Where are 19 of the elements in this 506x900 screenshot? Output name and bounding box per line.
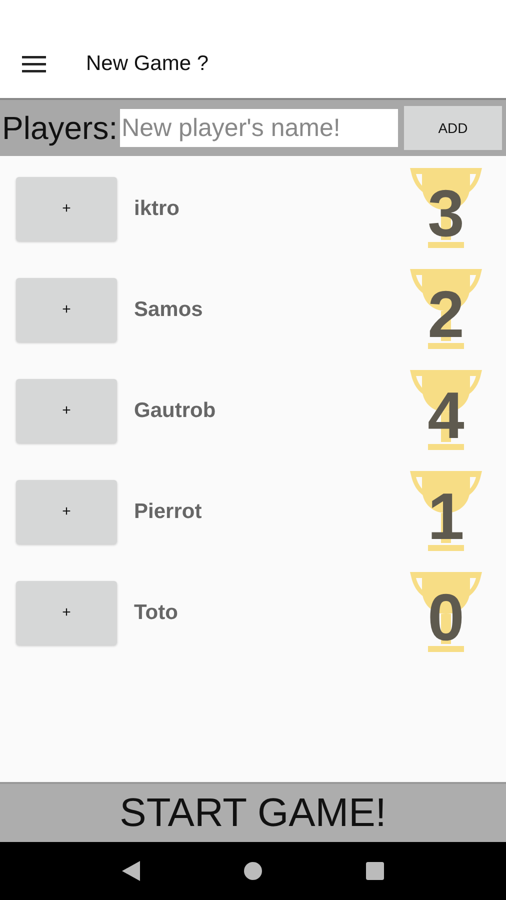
add-button[interactable]: ADD [404,106,502,150]
menu-icon[interactable] [22,55,46,73]
start-game-button[interactable]: START GAME! [0,782,506,842]
players-label: Players: [2,110,118,146]
player-name-field[interactable]: New player's name! [120,109,398,147]
player-name: iktro [134,196,181,220]
player-name: Pierrot [134,500,203,524]
plus-button[interactable]: + [16,580,117,644]
home-icon[interactable] [244,862,262,880]
screen-title: New Game ? [86,52,209,76]
player-name: Gautrob [134,398,217,422]
player-name: Samos [134,298,204,322]
player-name: Toto [134,600,179,624]
plus-button[interactable]: + [16,176,117,240]
back-icon[interactable] [122,861,140,881]
plus-button[interactable]: + [16,480,117,544]
plus-button[interactable]: + [16,278,117,342]
plus-button[interactable]: + [16,378,117,442]
score-text: 0 [428,584,464,650]
